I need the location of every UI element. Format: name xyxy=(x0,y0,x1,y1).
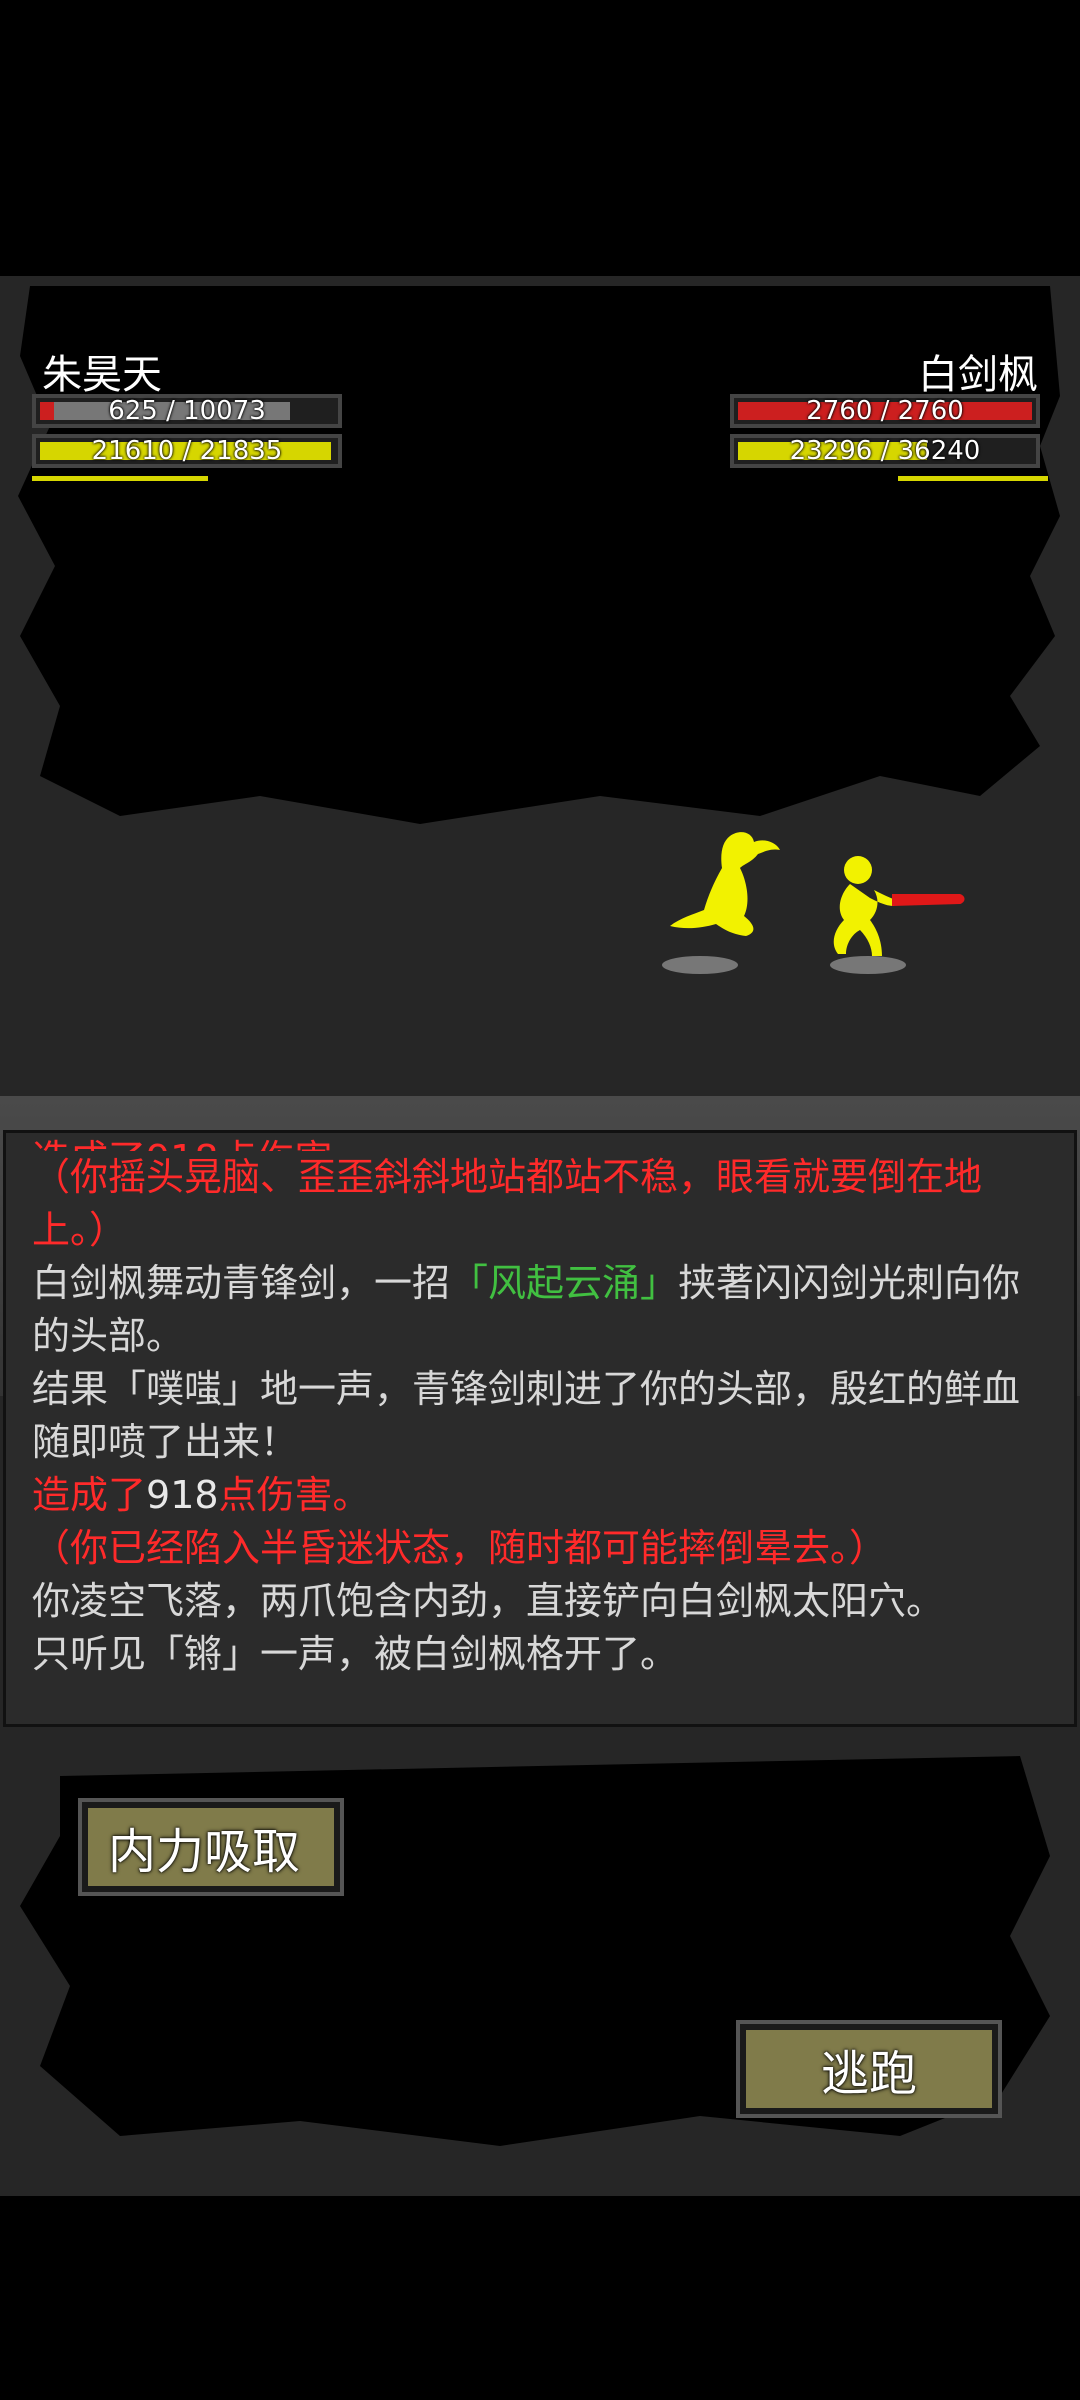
log-line: 白剑枫舞动青锋剑，一招「风起云涌」挟著闪闪剑光刺向你的头部。 xyxy=(32,1257,1048,1363)
log-line: 只听见「锵」一声，被白剑枫格开了。 xyxy=(32,1628,1048,1681)
cave-lower-background xyxy=(20,1756,1050,2146)
log-text: 结果「噗嗤」地一声，青锋剑刺进了你的头部，殷红的鲜血随即喷了出来！ xyxy=(32,1367,1021,1464)
log-text: 造成了918点伤害。 xyxy=(32,1137,371,1151)
log-text: 「风起云涌」 xyxy=(450,1261,679,1305)
player-character xyxy=(670,832,780,936)
log-text: 918 xyxy=(146,1473,219,1517)
enemy-charge-line xyxy=(898,476,1048,481)
log-text: 造成了 xyxy=(32,1473,147,1517)
battle-log[interactable]: 造成了918点伤害。（你摇头晃脑、歪歪斜斜地站都站不稳，眼看就要倒在地上。）白剑… xyxy=(3,1130,1077,1727)
player-mp-bar: 21610 / 21835 xyxy=(32,434,342,468)
log-line: 结果「噗嗤」地一声，青锋剑刺进了你的头部，殷红的鲜血随即喷了出来！ xyxy=(32,1363,1048,1469)
enemy-name: 白剑枫 xyxy=(918,352,1038,398)
log-text: 你凌空飞落，两爪饱含内劲，直接铲向白剑枫太阳穴。 xyxy=(32,1579,945,1623)
player-hp-text: 625 / 10073 xyxy=(108,396,266,426)
log-line: 造成了918点伤害。 xyxy=(32,1133,1048,1151)
log-line: 造成了918点伤害。 xyxy=(32,1469,1048,1522)
flee-button-label: 逃跑 xyxy=(746,2030,992,2108)
log-text: 只听见「锵」一声，被白剑枫格开了。 xyxy=(32,1632,679,1676)
log-line: 你凌空飞落，两爪饱含内劲，直接铲向白剑枫太阳穴。 xyxy=(32,1575,1048,1628)
enemy-mp-bar: 23296 / 36240 xyxy=(730,434,1040,468)
skill-button-label: 内力吸取 xyxy=(88,1808,334,1886)
player-mp-text: 21610 / 21835 xyxy=(91,436,283,466)
log-text: 点伤害。 xyxy=(218,1473,371,1517)
skill-button[interactable]: 内力吸取 xyxy=(78,1798,344,1896)
enemy-hp-text: 2760 / 2760 xyxy=(806,396,964,426)
enemy-character xyxy=(833,856,965,956)
enemy-hp-bar: 2760 / 2760 xyxy=(730,394,1040,428)
enemy-mp-text: 23296 / 36240 xyxy=(789,436,981,466)
log-line: （你摇头晃脑、歪歪斜斜地站都站不稳，眼看就要倒在地上。） xyxy=(32,1151,1048,1257)
player-hp-bar: 625 / 10073 xyxy=(32,394,342,428)
log-text: （你已经陷入半昏迷状态，随时都可能摔倒晕去。） xyxy=(32,1526,888,1570)
flee-button[interactable]: 逃跑 xyxy=(736,2020,1002,2118)
log-line: （你已经陷入半昏迷状态，随时都可能摔倒晕去。） xyxy=(32,1522,1048,1575)
player-shadow xyxy=(662,956,738,974)
log-text: （你摇头晃脑、歪歪斜斜地站都站不稳，眼看就要倒在地上。） xyxy=(32,1155,983,1252)
player-name: 朱昊天 xyxy=(42,352,162,398)
log-text: 白剑枫舞动青锋剑，一招 xyxy=(32,1261,451,1305)
player-charge-line xyxy=(32,476,208,481)
